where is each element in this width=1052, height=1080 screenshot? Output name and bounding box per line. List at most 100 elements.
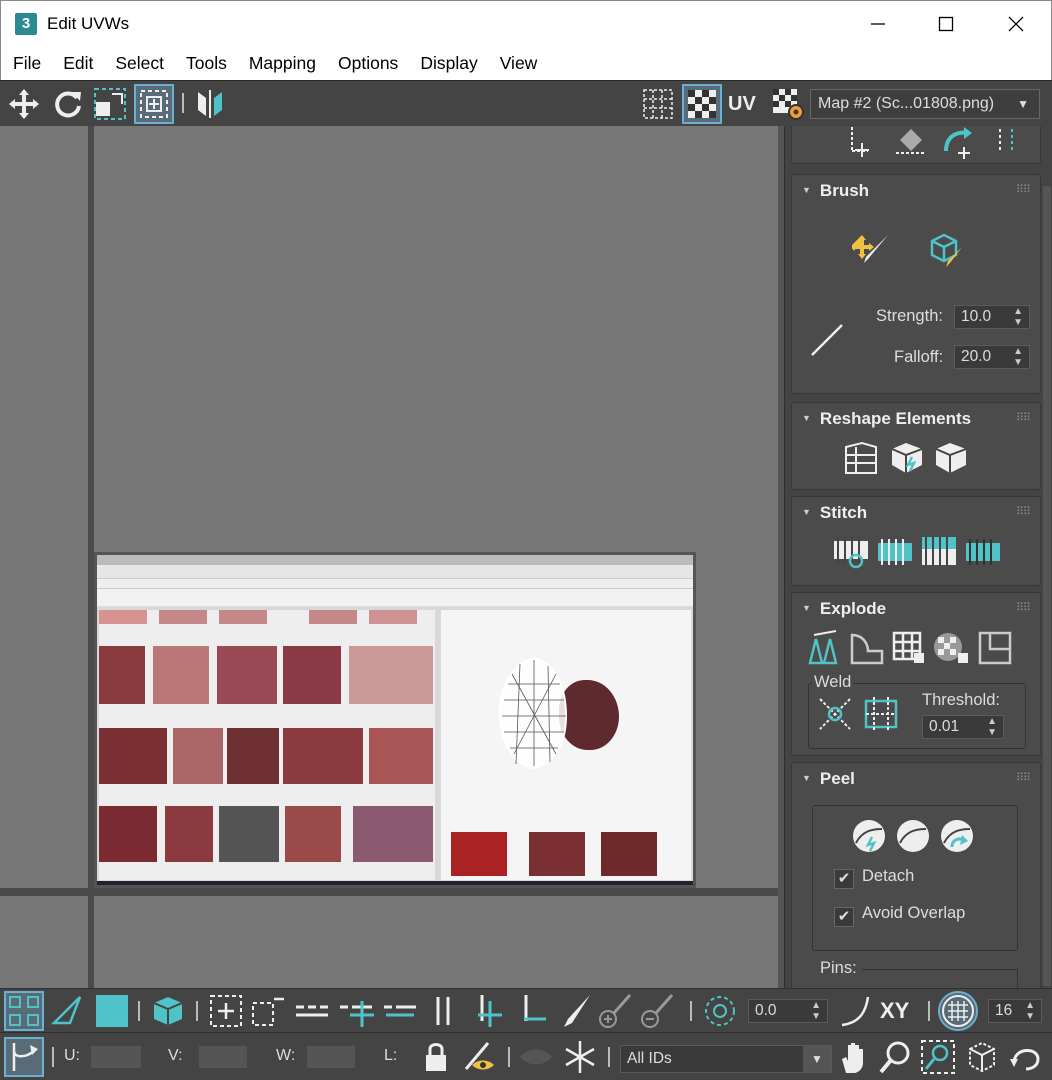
- reset-peel-button[interactable]: [938, 817, 976, 855]
- strength-value: 10.0: [961, 308, 992, 325]
- ring-grow-button[interactable]: [470, 993, 506, 1029]
- straighten-selection-button[interactable]: [842, 439, 880, 477]
- show-all-button[interactable]: [518, 1039, 554, 1075]
- zoom-extents-button[interactable]: [964, 1039, 1000, 1075]
- undo-view-button[interactable]: [1008, 1039, 1044, 1075]
- mirror-tool-button[interactable]: [192, 86, 228, 122]
- menu-select[interactable]: Select: [104, 46, 175, 80]
- relax-button[interactable]: [932, 439, 970, 477]
- snap-grid-button[interactable]: [938, 991, 978, 1031]
- avoid-overlap-checkbox[interactable]: ✔: [834, 907, 854, 927]
- menu-tools[interactable]: Tools: [175, 46, 238, 80]
- uv-mesh-shell[interactable]: [496, 654, 572, 772]
- xy-axis-button[interactable]: XY: [880, 995, 916, 1031]
- panel-scrollbar[interactable]: [1043, 186, 1051, 986]
- ring-shrink-button[interactable]: [514, 993, 550, 1029]
- paint-select-grow-button[interactable]: [596, 993, 632, 1029]
- detach-checkbox[interactable]: ✔: [834, 869, 854, 889]
- hide-selection-button[interactable]: [462, 1039, 498, 1075]
- menu-view[interactable]: View: [489, 46, 549, 80]
- peel-title[interactable]: Peel: [802, 769, 855, 789]
- toolbar-separator: [196, 1001, 198, 1021]
- strength-spinner[interactable]: 10.0 ▲ ▼: [954, 305, 1030, 329]
- menu-display[interactable]: Display: [409, 46, 488, 80]
- loop-grow-button[interactable]: [338, 993, 374, 1029]
- rotate-angle-spinner[interactable]: 0.0 ▲ ▼: [748, 999, 828, 1023]
- rotate-add-button[interactable]: [938, 126, 976, 161]
- menu-mapping[interactable]: Mapping: [238, 46, 327, 80]
- grow-selection-button[interactable]: [208, 993, 244, 1029]
- menu-file[interactable]: File: [1, 46, 52, 80]
- material-id-dropdown[interactable]: All IDs ▼: [620, 1045, 832, 1073]
- element-mode-button[interactable]: [150, 993, 186, 1029]
- brush-title[interactable]: Brush: [802, 181, 869, 201]
- show-map-button[interactable]: [682, 84, 722, 124]
- lock-icon: [426, 1043, 446, 1071]
- pan-button[interactable]: [836, 1039, 872, 1075]
- flatten-by-material-button[interactable]: [890, 629, 928, 667]
- add-pin-button[interactable]: [846, 126, 884, 161]
- align-vertical-button[interactable]: [988, 126, 1026, 161]
- scale-tool-button[interactable]: [92, 86, 128, 122]
- paint-select-shrink-button[interactable]: [638, 993, 674, 1029]
- stitch-to-source-button[interactable]: [964, 533, 1002, 571]
- peel-mode-button[interactable]: [894, 817, 932, 855]
- reshape-elements-title[interactable]: Reshape Elements: [802, 409, 971, 429]
- minimize-button[interactable]: [843, 1, 913, 47]
- freeze-selection-button[interactable]: [562, 1039, 598, 1075]
- shrink-selection-button[interactable]: [250, 993, 286, 1029]
- freeform-tool-button[interactable]: [134, 84, 174, 124]
- transform-mode-button[interactable]: [4, 1037, 44, 1077]
- break-button[interactable]: [976, 629, 1014, 667]
- paint-select-button[interactable]: [556, 993, 592, 1029]
- weld-selected-button[interactable]: [862, 695, 900, 733]
- stitch-custom-button[interactable]: [832, 533, 870, 571]
- loop-shrink-button[interactable]: [382, 993, 418, 1029]
- flatten-checker-button[interactable]: [932, 629, 970, 667]
- grid-size-value: 16: [995, 1002, 1013, 1019]
- uv-editor-viewport[interactable]: [0, 126, 784, 988]
- u-coordinate-field[interactable]: [90, 1045, 142, 1069]
- relax-grid-button[interactable]: [892, 126, 930, 161]
- explode-title[interactable]: Explode: [802, 599, 886, 619]
- brush-falloff-type-button[interactable]: [808, 321, 846, 359]
- paint-move-button[interactable]: [850, 231, 890, 269]
- zoom-region-button[interactable]: [920, 1039, 956, 1075]
- linear-falloff-icon: [811, 324, 843, 356]
- vertex-mode-button[interactable]: [4, 991, 44, 1031]
- stitch-average-button[interactable]: [920, 533, 958, 571]
- loop-button[interactable]: [294, 993, 330, 1029]
- zoom-button[interactable]: [878, 1039, 914, 1075]
- relax-until-flat-button[interactable]: [888, 439, 926, 477]
- flatten-by-smoothing-button[interactable]: [848, 629, 886, 667]
- falloff-spinner[interactable]: 20.0 ▲ ▼: [954, 345, 1030, 369]
- paint-relax-button[interactable]: [926, 231, 964, 269]
- close-button[interactable]: [981, 1, 1051, 47]
- move-tool-button[interactable]: [6, 86, 42, 122]
- flatten-by-polygon-angle-button[interactable]: [806, 629, 844, 667]
- checker-pattern-button[interactable]: [640, 86, 676, 122]
- quick-peel-button[interactable]: [850, 817, 888, 855]
- stitch-to-target-button[interactable]: [876, 533, 914, 571]
- map-settings-button[interactable]: [770, 86, 806, 122]
- grid-size-spinner[interactable]: 16 ▲ ▼: [988, 999, 1042, 1023]
- weld-label: Weld: [812, 673, 854, 692]
- menu-options[interactable]: Options: [327, 46, 409, 80]
- maximize-button[interactable]: [911, 1, 981, 47]
- uv-axis-button[interactable]: UV: [728, 86, 764, 122]
- rotate-tool-button[interactable]: [50, 86, 86, 122]
- weld-target-button[interactable]: [816, 695, 854, 733]
- menu-edit[interactable]: Edit: [52, 46, 104, 80]
- falloff-curve-button[interactable]: [838, 993, 874, 1029]
- stitch-title[interactable]: Stitch: [802, 503, 867, 523]
- status-toolbar: U: V: W: L: All IDs ▼: [0, 1032, 1052, 1080]
- v-coordinate-field[interactable]: [198, 1045, 248, 1069]
- w-coordinate-field[interactable]: [306, 1045, 356, 1069]
- map-dropdown[interactable]: Map #2 (Sc...01808.png) ▼: [810, 89, 1040, 119]
- lock-selection-button[interactable]: [418, 1039, 454, 1075]
- edge-mode-button[interactable]: [50, 993, 86, 1029]
- soft-selection-button[interactable]: [702, 993, 738, 1029]
- polygon-mode-button[interactable]: [94, 993, 130, 1029]
- ring-button[interactable]: [426, 993, 462, 1029]
- threshold-spinner[interactable]: 0.01 ▲ ▼: [922, 715, 1004, 739]
